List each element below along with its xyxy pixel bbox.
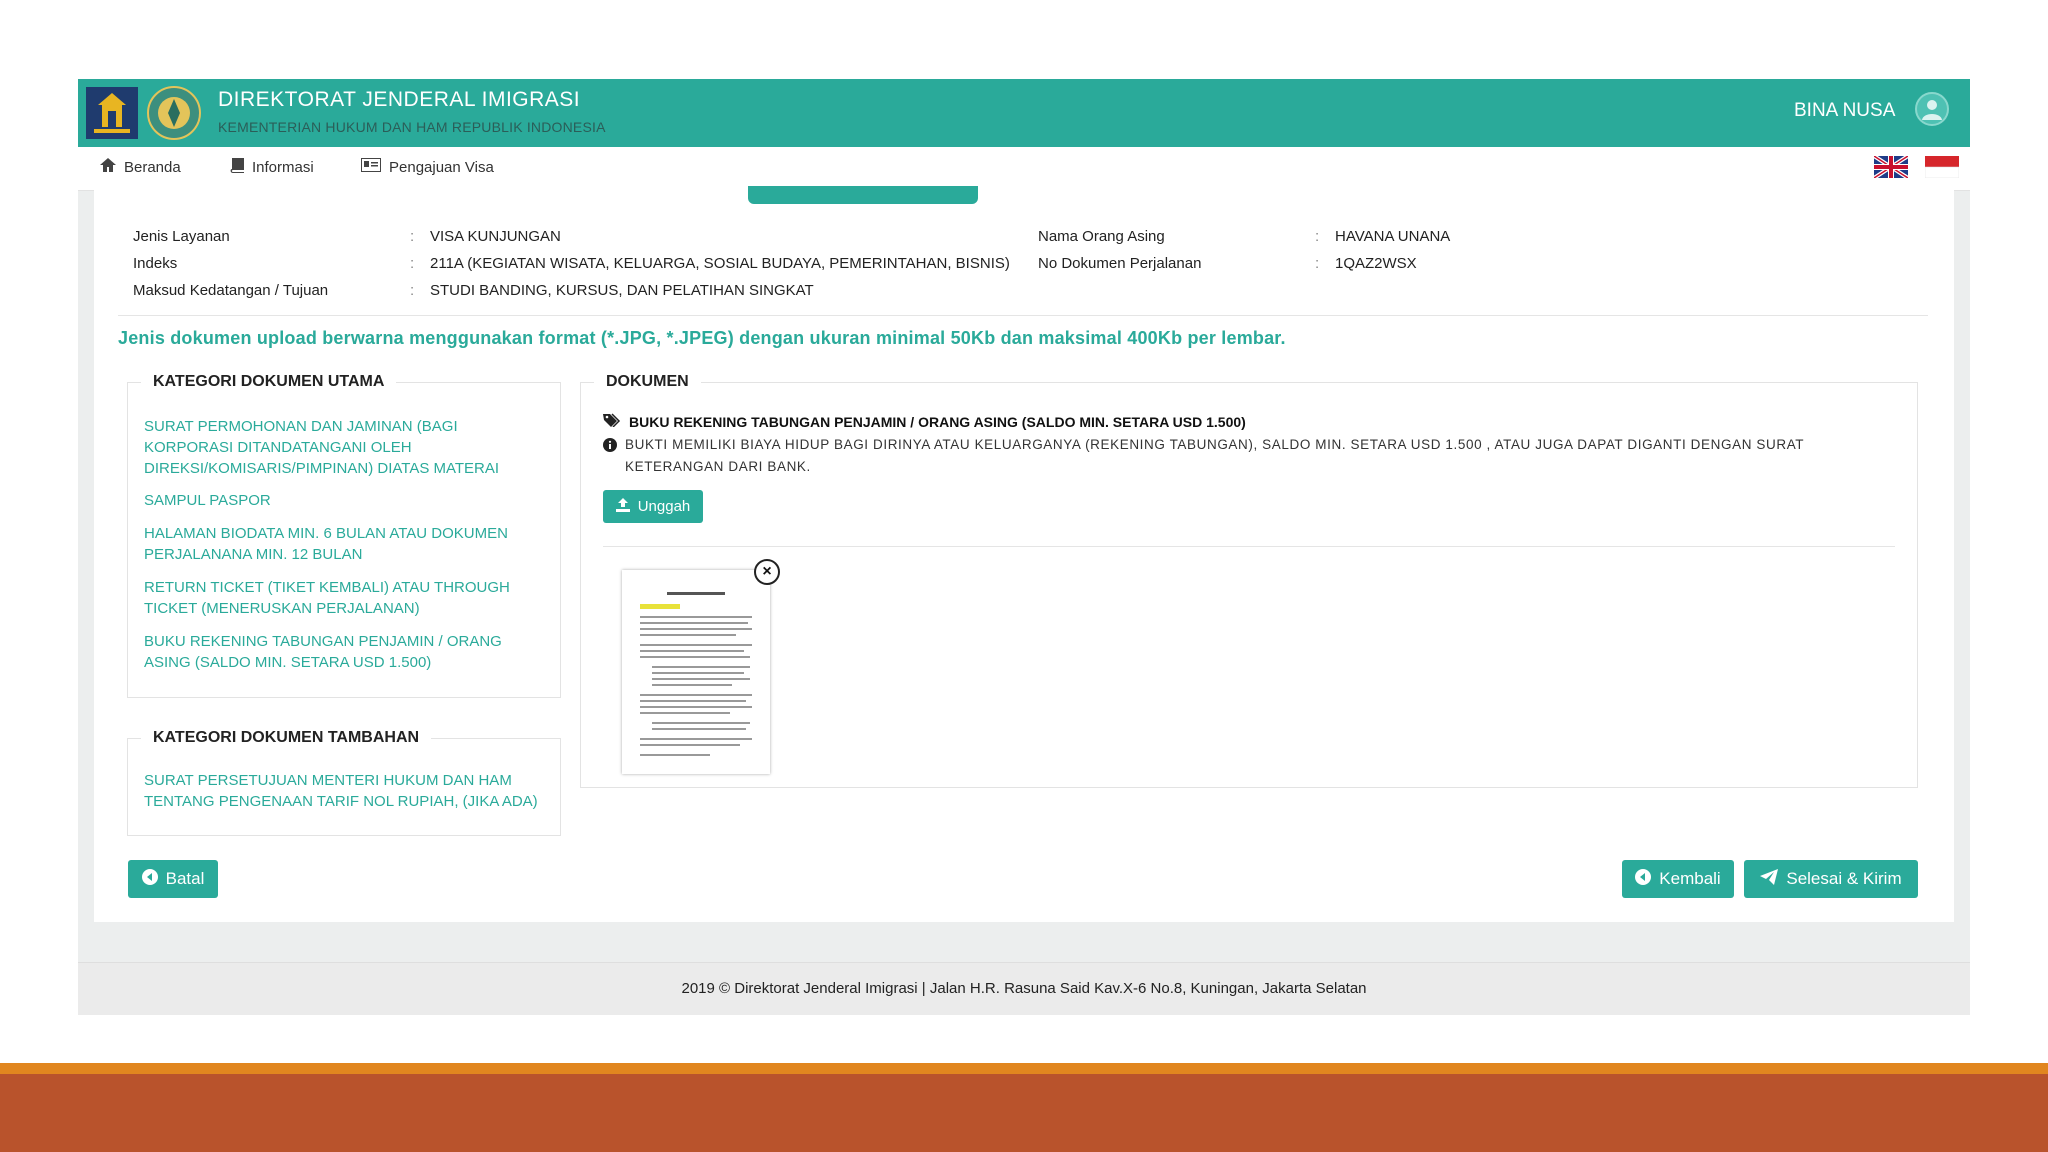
info-colon: : xyxy=(410,255,415,272)
info-label-indeks: Indeks xyxy=(133,255,178,272)
book-icon xyxy=(230,158,244,177)
info-colon: : xyxy=(410,228,415,245)
immigration-emblem xyxy=(146,85,202,141)
nav-label: Pengajuan Visa xyxy=(389,158,494,176)
info-colon: : xyxy=(1315,255,1320,272)
info-value-no-dokumen: 1QAZ2WSX xyxy=(1335,255,1417,272)
nav-item-beranda[interactable]: Beranda xyxy=(100,158,181,176)
kategori-tambahan-item[interactable]: SURAT PERSETUJUAN MENTERI HUKUM DAN HAM … xyxy=(144,770,544,812)
tag-icon xyxy=(603,413,621,430)
info-label-maksud-kedatangan: Maksud Kedatangan / Tujuan xyxy=(133,282,329,299)
info-value-jenis-layanan: VISA KUNJUNGAN xyxy=(430,228,561,245)
nav-label: Beranda xyxy=(124,158,181,176)
upload-icon xyxy=(615,497,630,516)
kategori-utama-item[interactable]: SAMPUL PASPOR xyxy=(144,490,544,511)
info-colon: : xyxy=(410,282,415,299)
document-name-text: BUKU REKENING TABUNGAN PENJAMIN / ORANG … xyxy=(629,413,1246,430)
nav-item-informasi[interactable]: Informasi xyxy=(230,158,314,177)
info-label-no-dokumen: No Dokumen Perjalanan xyxy=(1038,255,1202,272)
kategori-utama-item[interactable]: HALAMAN BIODATA MIN. 6 BULAN ATAU DOKUME… xyxy=(144,523,544,565)
info-label-jenis-layanan: Jenis Layanan xyxy=(133,228,230,245)
kategori-utama-item[interactable]: BUKU REKENING TABUNGAN PENJAMIN / ORANG … xyxy=(144,631,544,673)
header-title: DIREKTORAT JENDERAL IMIGRASI xyxy=(218,88,581,111)
remove-document-close-icon[interactable]: × xyxy=(754,559,780,585)
english-flag-icon[interactable] xyxy=(1872,154,1910,180)
kategori-tambahan-title: KATEGORI DOKUMEN TAMBAHAN xyxy=(141,729,432,747)
document-description: BUKTI MEMILIKI BIAYA HIDUP BAGI DIRINYA … xyxy=(603,434,1823,478)
arrow-circle-left-icon xyxy=(1635,868,1652,890)
info-value-nama-orang-asing: HAVANA UNANA xyxy=(1335,228,1451,245)
footer-text: 2019 © Direktorat Jenderal Imigrasi | Ja… xyxy=(681,980,1367,997)
user-avatar-icon[interactable] xyxy=(1915,92,1949,126)
cancel-label: Batal xyxy=(165,869,205,888)
paper-plane-icon xyxy=(1760,868,1779,890)
indonesia-flag-icon[interactable] xyxy=(1924,156,1960,179)
header-subtitle: KEMENTERIAN HUKUM DAN HAM REPUBLIK INDON… xyxy=(218,119,606,135)
back-button[interactable]: Kembali xyxy=(1622,860,1734,898)
nav-label: Informasi xyxy=(252,159,314,176)
info-value-indeks: 211A (KEGIATAN WISATA, KELUARGA, SOSIAL … xyxy=(430,255,1010,272)
slide-accent-stripe xyxy=(0,1063,2048,1074)
kategori-utama-item[interactable]: RETURN TICKET (TIKET KEMBALI) ATAU THROU… xyxy=(144,577,544,619)
wizard-step-active xyxy=(748,186,978,204)
dokumen-title: DOKUMEN xyxy=(594,373,701,391)
divider xyxy=(603,546,1895,547)
id-card-icon xyxy=(361,158,381,176)
document-name: BUKU REKENING TABUNGAN PENJAMIN / ORANG … xyxy=(603,413,1246,430)
slide-footer-band xyxy=(0,1074,2048,1152)
user-name[interactable]: BINA NUSA xyxy=(1794,100,1895,122)
uploaded-document-thumbnail[interactable] xyxy=(622,570,770,774)
nav-item-pengajuan-visa[interactable]: Pengajuan Visa xyxy=(361,158,494,176)
arrow-circle-left-icon xyxy=(141,868,158,890)
upload-button[interactable]: Unggah xyxy=(603,490,703,523)
ministry-logo xyxy=(86,87,138,139)
kategori-utama-title: KATEGORI DOKUMEN UTAMA xyxy=(141,373,397,391)
document-description-text: BUKTI MEMILIKI BIAYA HIDUP BAGI DIRINYA … xyxy=(625,437,1804,474)
divider xyxy=(118,315,1928,316)
info-colon: : xyxy=(1315,228,1320,245)
submit-label: Selesai & Kirim xyxy=(1786,869,1902,888)
info-label-nama-orang-asing: Nama Orang Asing xyxy=(1038,228,1165,245)
cancel-button[interactable]: Batal xyxy=(128,860,218,898)
info-value-maksud-kedatangan: STUDI BANDING, KURSUS, DAN PELATIHAN SIN… xyxy=(430,282,814,299)
submit-button[interactable]: Selesai & Kirim xyxy=(1744,860,1918,898)
back-label: Kembali xyxy=(1659,869,1721,888)
info-circle-icon xyxy=(603,437,617,478)
upload-notice: Jenis dokumen upload berwarna menggunaka… xyxy=(118,328,1286,348)
kategori-utama-item[interactable]: SURAT PERMOHONAN DAN JAMINAN (BAGI KORPO… xyxy=(144,416,544,479)
upload-label: Unggah xyxy=(637,498,691,515)
home-icon xyxy=(100,158,116,176)
